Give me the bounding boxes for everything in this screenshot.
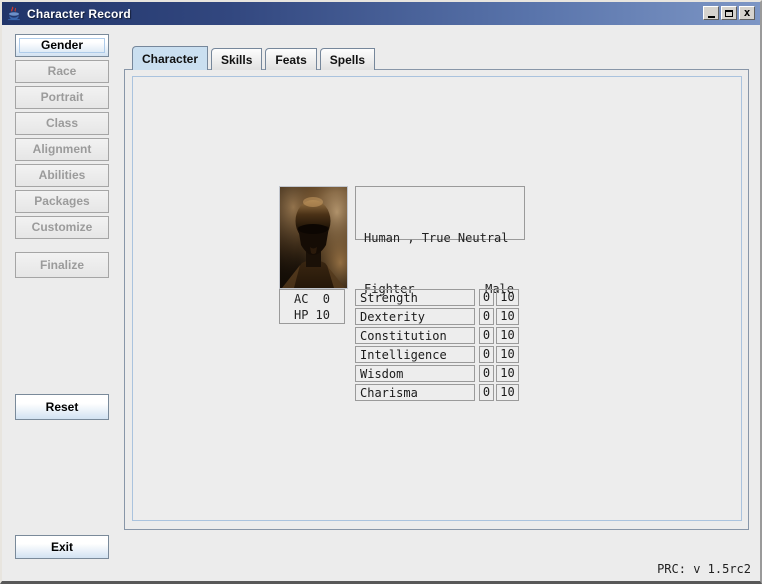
ability-score: 10	[496, 384, 519, 401]
class-button[interactable]: Class	[15, 112, 109, 135]
title-bar[interactable]: Character Record x	[2, 2, 760, 25]
window-title: Character Record	[27, 7, 131, 21]
minimize-icon	[708, 16, 715, 18]
status-version-label: PRC: v 1.5rc2	[657, 562, 751, 576]
ac-value: 0	[314, 293, 330, 307]
character-portrait	[279, 186, 348, 289]
ability-mod: 0	[479, 346, 494, 363]
table-row: Constitution 0 10	[355, 327, 519, 344]
table-row: Dexterity 0 10	[355, 308, 519, 325]
tab-feats[interactable]: Feats	[265, 48, 316, 70]
tab-skills[interactable]: Skills	[211, 48, 262, 70]
finalize-button[interactable]: Finalize	[15, 252, 109, 278]
maximize-icon	[725, 10, 733, 17]
ability-mod: 0	[479, 365, 494, 382]
character-summary-box: Human , True Neutral Fighter - Male	[355, 186, 525, 240]
tab-character[interactable]: Character	[132, 46, 208, 70]
race-button[interactable]: Race	[15, 60, 109, 83]
combat-stats-box: AC 0 HP 10	[279, 289, 345, 324]
summary-race-alignment: Human , True Neutral	[364, 230, 514, 247]
table-row: Strength 0 10	[355, 289, 519, 306]
reset-button[interactable]: Reset	[15, 394, 109, 420]
maximize-button[interactable]	[721, 6, 737, 20]
ability-name: Wisdom	[355, 365, 475, 382]
ability-mod: 0	[479, 384, 494, 401]
alignment-button[interactable]: Alignment	[15, 138, 109, 161]
abilities-table: Strength 0 10 Dexterity 0 10 Constitutio…	[355, 289, 519, 401]
table-row: Charisma 0 10	[355, 384, 519, 401]
ability-score: 10	[496, 289, 519, 306]
hp-value: 10	[314, 309, 330, 323]
tab-bar: Character Skills Feats Spells	[132, 48, 375, 70]
app-window: Character Record x Gender Race Portrait …	[0, 0, 762, 584]
ability-name: Constitution	[355, 327, 475, 344]
abilities-button[interactable]: Abilities	[15, 164, 109, 187]
ability-score: 10	[496, 365, 519, 382]
table-row: Wisdom 0 10	[355, 365, 519, 382]
ability-score: 10	[496, 308, 519, 325]
packages-button[interactable]: Packages	[15, 190, 109, 213]
ability-name: Intelligence	[355, 346, 475, 363]
customize-button[interactable]: Customize	[15, 216, 109, 239]
java-cup-icon	[6, 6, 22, 22]
ability-name: Strength	[355, 289, 475, 306]
exit-button[interactable]: Exit	[15, 535, 109, 559]
ability-name: Charisma	[355, 384, 475, 401]
close-icon: x	[744, 8, 751, 18]
ability-mod: 0	[479, 327, 494, 344]
ability-name: Dexterity	[355, 308, 475, 325]
gender-button[interactable]: Gender	[15, 34, 109, 57]
ability-score: 10	[496, 327, 519, 344]
ability-mod: 0	[479, 289, 494, 306]
minimize-button[interactable]	[703, 6, 719, 20]
close-button[interactable]: x	[739, 6, 755, 20]
ability-score: 10	[496, 346, 519, 363]
table-row: Intelligence 0 10	[355, 346, 519, 363]
portrait-button[interactable]: Portrait	[15, 86, 109, 109]
tab-spells[interactable]: Spells	[320, 48, 375, 70]
ac-label: AC	[294, 293, 314, 307]
ability-mod: 0	[479, 308, 494, 325]
hp-label: HP	[294, 309, 314, 323]
